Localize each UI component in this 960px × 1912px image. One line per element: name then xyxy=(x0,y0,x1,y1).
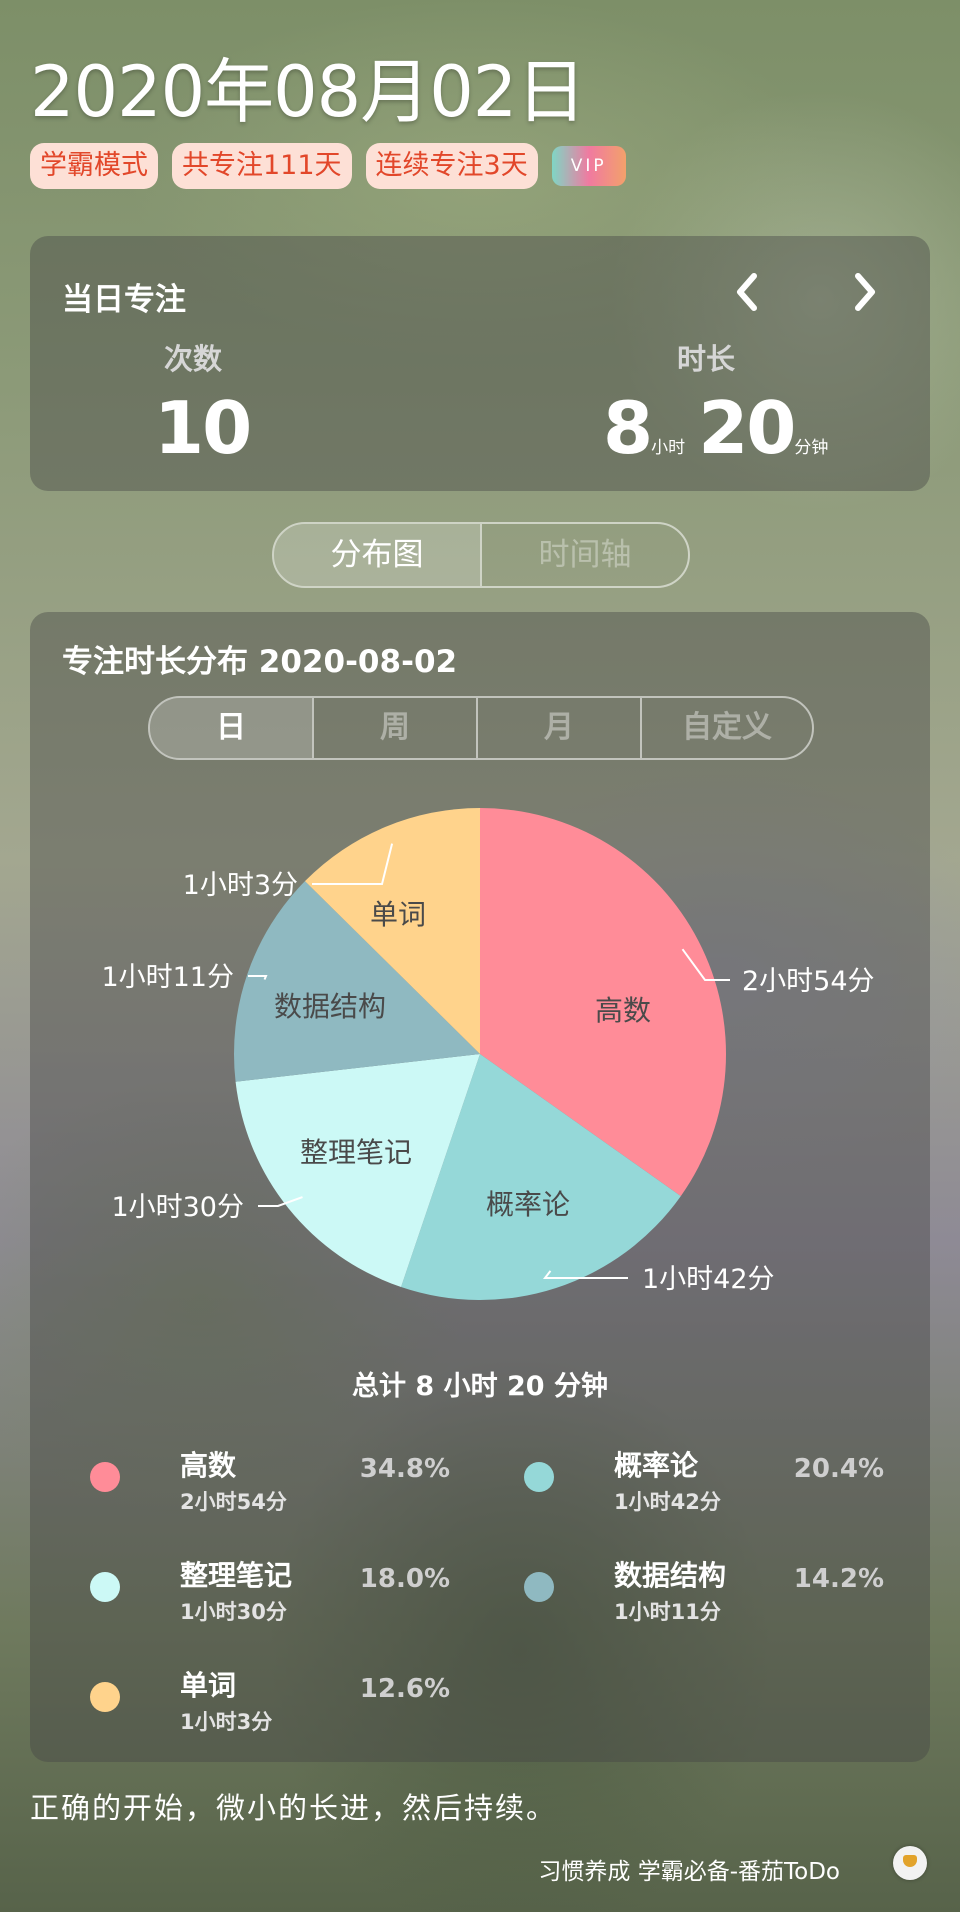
tab-custom[interactable]: 自定义 xyxy=(640,698,812,758)
legend-percent: 18.0% xyxy=(359,1564,450,1594)
tab-timeline[interactable]: 时间轴 xyxy=(480,524,688,586)
daily-focus-title: 当日专注 xyxy=(62,282,186,318)
focus-pie-chart: 高数 2小时54分概率论 1小时42分 整理笔记 1小时30分 数据结构 1小时11分 单词 1… xyxy=(101,808,875,1300)
count-value: 10 xyxy=(154,386,252,470)
legend-item: 单词 1小时3分 12.6% xyxy=(60,1664,450,1744)
legend-name: 数据结构 xyxy=(614,1559,727,1592)
legend-item: 高数 2小时54分 34.8% xyxy=(60,1444,450,1524)
legend-percent: 12.6% xyxy=(359,1674,450,1704)
daily-focus-card: 当日专注 次数 时长 10 8小时 20分钟 xyxy=(30,236,930,491)
date-title: 2020年08月02日 xyxy=(30,51,586,133)
legend-name: 整理笔记 xyxy=(180,1559,293,1592)
legend-item: 概率论 1小时42分 20.4% xyxy=(494,1444,884,1524)
distribution-card: 专注时长分布 2020-08-02 日 周 月 自定义 高数 2小时54分 概率论 1… xyxy=(30,612,930,1762)
total-duration: 总计 8 小时 20 分钟 xyxy=(352,1371,608,1402)
duration-value: 8小时 20分钟 xyxy=(603,386,828,470)
pie-value-label: 1小时11分 xyxy=(101,962,234,993)
pie-value-label: 2小时54分 xyxy=(742,966,875,997)
tag-study-mode: 学霸模式 xyxy=(30,143,158,189)
legend-percent: 14.2% xyxy=(793,1564,884,1594)
vip-badge[interactable]: VIP xyxy=(551,146,626,186)
pie-slice-label: 单词 xyxy=(370,898,426,931)
legend-percent: 20.4% xyxy=(793,1454,884,1484)
pie-slice-label: 数据结构 xyxy=(274,990,386,1023)
view-switch: 分布图 时间轴 xyxy=(272,522,690,588)
duration-label: 时长 xyxy=(677,342,736,376)
period-switch: 日 周 月 自定义 xyxy=(148,696,814,760)
hours-value: 8 xyxy=(603,386,653,470)
legend-color-dot xyxy=(90,1572,120,1602)
legend-color-dot xyxy=(524,1462,554,1492)
legend-name: 单词 xyxy=(180,1669,237,1702)
count-label: 次数 xyxy=(164,342,223,376)
legend-duration: 2小时54分 xyxy=(180,1490,287,1514)
legend-duration: 1小时42分 xyxy=(614,1490,721,1514)
legend-name: 高数 xyxy=(180,1449,237,1482)
distribution-title: 专注时长分布 2020-08-02 xyxy=(62,644,458,680)
tab-day[interactable]: 日 xyxy=(150,698,312,758)
legend-duration: 1小时3分 xyxy=(180,1710,273,1734)
prev-day-icon[interactable] xyxy=(732,272,762,319)
tab-week[interactable]: 周 xyxy=(312,698,476,758)
tag-total-days: 共专注111天 xyxy=(172,143,352,189)
minutes-unit: 分钟 xyxy=(794,438,829,458)
tab-distribution[interactable]: 分布图 xyxy=(274,524,480,586)
legend-item: 数据结构 1小时11分 14.2% xyxy=(494,1554,884,1634)
quote-text: 正确的开始，微小的长进，然后持续。 xyxy=(30,1791,558,1825)
app-badge-icon xyxy=(893,1846,927,1880)
legend-item: 整理笔记 1小时30分 18.0% xyxy=(60,1554,450,1634)
next-day-icon[interactable] xyxy=(850,272,880,319)
pie-value-label: 1小时30分 xyxy=(111,1192,244,1223)
legend-duration: 1小时11分 xyxy=(614,1600,721,1624)
legend-name: 概率论 xyxy=(614,1449,699,1482)
legend-color-dot xyxy=(524,1572,554,1602)
legend-duration: 1小时30分 xyxy=(180,1600,287,1624)
pie-value-label: 1小时42分 xyxy=(642,1264,775,1295)
pie-value-label: 1小时3分 xyxy=(183,870,298,901)
hours-unit: 小时 xyxy=(651,438,686,458)
legend-percent: 34.8% xyxy=(359,1454,450,1484)
tag-row: 学霸模式 共专注111天 连续专注3天 VIP xyxy=(30,143,626,189)
tag-streak-days: 连续专注3天 xyxy=(365,143,538,189)
pie-slice-label: 高数 xyxy=(595,994,651,1027)
pie-slice-label: 概率论 xyxy=(486,1188,570,1221)
legend-color-dot xyxy=(90,1462,120,1492)
tab-month[interactable]: 月 xyxy=(476,698,640,758)
footer-slogan: 习惯养成 学霸必备-番茄ToDo xyxy=(538,1859,840,1885)
minutes-value: 20 xyxy=(698,386,796,470)
legend-color-dot xyxy=(90,1682,120,1712)
pie-slice-label: 整理笔记 xyxy=(300,1136,412,1169)
